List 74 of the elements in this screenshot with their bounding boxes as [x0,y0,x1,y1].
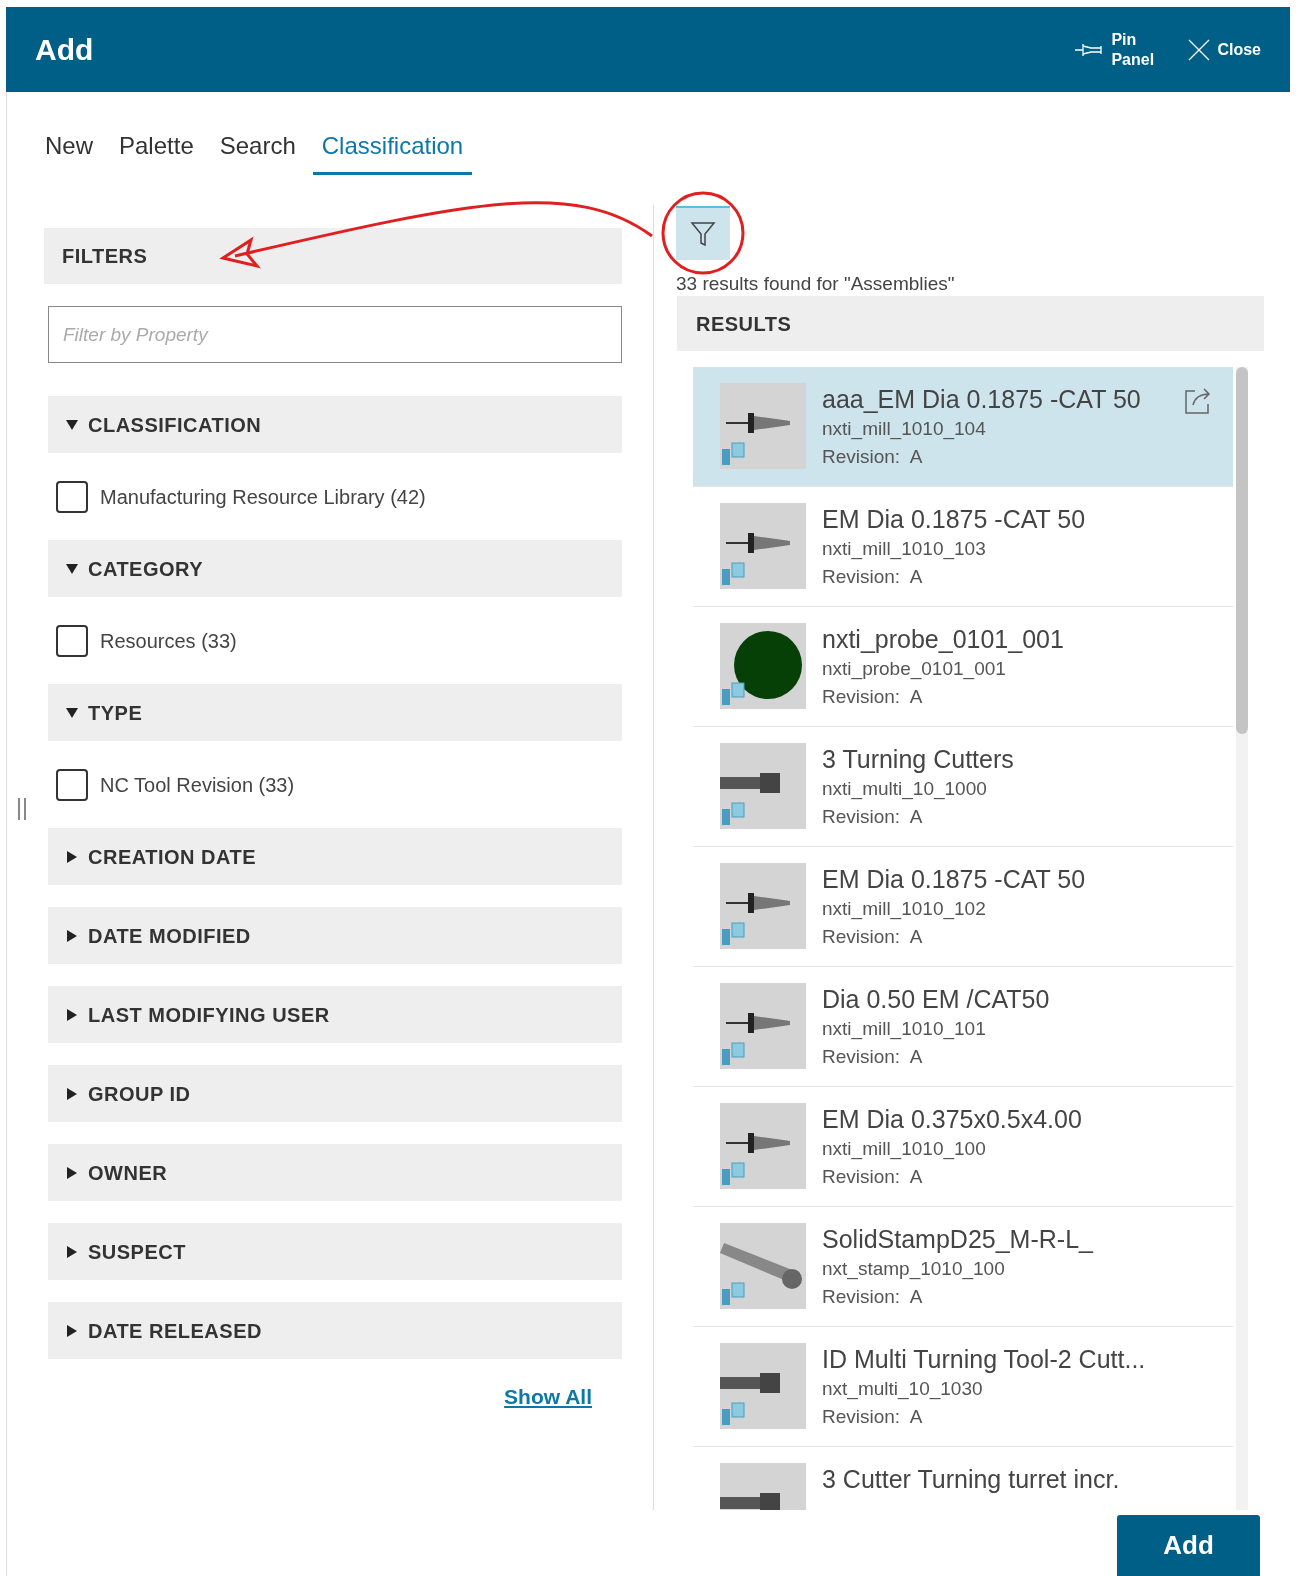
filter-group-header[interactable]: GROUP ID [48,1065,622,1122]
add-button[interactable]: Add [1117,1515,1260,1576]
right-triangle-icon [66,1087,78,1100]
tab[interactable]: Search [210,128,305,175]
right-triangle-icon [66,1245,78,1258]
filter-group-header[interactable]: TYPE [48,684,622,741]
result-id: nxti_mill_1010_100 [822,1137,987,1162]
filters-header: FILTERS [44,228,622,284]
results-header: RESULTS [677,296,1264,351]
result-revision: Revision: A [822,565,924,589]
result-revision: Revision: A [822,1045,924,1069]
result-title: Dia 0.50 EM /CAT50 [822,984,1050,1015]
right-triangle-icon [66,929,78,942]
result-title: nxti_probe_0101_001 [822,624,1064,655]
checkbox[interactable] [56,480,88,513]
filter-group-header[interactable]: LAST MODIFYING USER [48,986,622,1043]
tab[interactable]: New [36,128,102,175]
result-id: nxti_multi_10_1000 [822,777,988,802]
tab[interactable]: Classification [312,128,473,175]
result-title: EM Dia 0.1875 -CAT 50 [822,864,1086,895]
filter-group-header[interactable]: OWNER [48,1144,622,1201]
right-triangle-icon [66,1166,78,1179]
filter-group-header[interactable]: CREATION DATE [48,828,622,885]
result-title: aaa_EM Dia 0.1875 -CAT 50 [822,384,1141,415]
result-revision: Revision: A [822,445,924,469]
result-id: nxt_stamp_1010_100 [822,1257,1006,1282]
down-triangle-icon [66,562,78,575]
result-id: nxt_multi_10_1030 [822,1377,984,1402]
result-id: nxti_mill_1010_103 [822,537,987,562]
result-title: 3 Cutter Turning turret incr. [822,1464,1120,1495]
result-id: nxti_mill_1010_101 [822,1017,987,1042]
filter-field[interactable]: Filter by Property [48,306,622,363]
filter-group-header[interactable]: CLASSIFICATION [48,396,622,453]
show-all-link[interactable]: Show All [504,1381,592,1413]
funnel-icon [690,220,716,248]
result-revision: Revision: A [822,805,924,829]
pin-panel-button[interactable]: Pin Panel [1073,29,1162,70]
scrollbar-thumb[interactable] [1236,367,1248,734]
filter-group-header[interactable]: DATE RELEASED [48,1302,622,1359]
result-id: nxti_probe_0101_001 [822,657,1007,682]
result-title: EM Dia 0.375x0.5x4.00 [822,1104,1082,1135]
down-triangle-icon [66,418,78,431]
result-item[interactable]: aaa_EM Dia 0.1875 -CAT 50 nxti_mill_1010_104 Revision: A [693,367,1233,487]
checkbox[interactable] [56,768,88,801]
filter-group-header[interactable]: DATE MODIFIED [48,907,622,964]
result-id: nxti_mill_1010_102 [822,897,987,922]
result-title: ID Multi Turning Tool-2 Cutt... [822,1344,1146,1375]
close-button[interactable]: Close [1187,37,1261,62]
open-external-icon[interactable] [1183,385,1213,415]
right-triangle-icon [66,1008,78,1021]
panel-title: Add [35,32,94,68]
results-summary: 33 results found for "Assemblies" [676,274,955,294]
result-revision: Revision: A [822,1285,924,1309]
checkbox-label: Manufacturing Resource Library (42) [100,484,426,510]
resize-handle-icon[interactable] [18,798,26,820]
down-triangle-icon [66,706,78,719]
result-id: nxti_mill_1010_104 [822,417,987,442]
right-triangle-icon [66,850,78,863]
result-title: EM Dia 0.1875 -CAT 50 [822,504,1086,535]
result-revision: Revision: A [822,1405,924,1429]
checkbox-label: Resources (33) [100,628,237,654]
filter-group-header[interactable]: CATEGORY [48,540,622,597]
result-revision: Revision: A [822,1165,924,1189]
checkbox-label: NC Tool Revision (33) [100,772,295,798]
filter-group-header[interactable]: SUSPECT [48,1223,622,1280]
result-title: SolidStampD25_M-R-L_ [822,1224,1093,1255]
close-icon [1187,37,1212,62]
result-title: 3 Turning Cutters [822,744,1014,775]
checkbox[interactable] [56,624,88,657]
filter-toggle-button[interactable] [676,206,730,260]
result-revision: Revision: A [822,685,924,709]
result-revision: Revision: A [822,925,924,949]
tab[interactable]: Palette [110,128,203,175]
right-triangle-icon [66,1324,78,1337]
